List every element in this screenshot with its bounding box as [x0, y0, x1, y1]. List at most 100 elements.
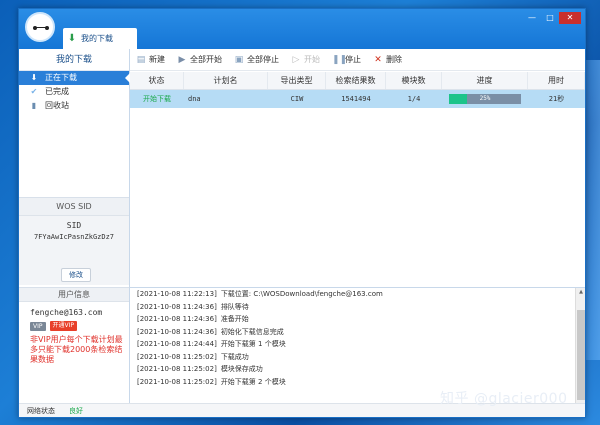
user-email: fengche@163.com [30, 308, 103, 317]
log-line: [2021-10-08 11:24:44] 开始下载第 1 个模块 [130, 338, 585, 351]
edit-sid-button[interactable]: 修改 [61, 268, 91, 282]
progress-bar: 25% [449, 94, 521, 104]
sidebar: 我的下载 ⬇ 正在下载 ✔ 已完成 ▮ 回收站 WOS SID SID 7FYa… [19, 49, 130, 403]
tab-my-downloads[interactable]: ⬇ 我的下载 [63, 28, 137, 49]
sidebar-title: 我的下载 [19, 49, 129, 71]
pause-icon: ❚❚ [332, 54, 348, 65]
log-timestamp: [2021-10-08 11:24:36] [137, 315, 217, 323]
start-all-button[interactable]: ▶ 全部开始 [177, 54, 222, 65]
sid-header: WOS SID [19, 198, 129, 216]
row-name: dna [188, 95, 201, 103]
start-all-label: 全部开始 [190, 55, 222, 64]
stop-button[interactable]: ❚❚ 停止 [332, 54, 361, 65]
row-result-count: 1541494 [341, 95, 371, 103]
log-message: 下载位置: C:\WOSDownload\fengche@163.com [220, 290, 383, 298]
close-button[interactable]: ✕ [559, 12, 581, 24]
log-timestamp: [2021-10-08 11:25:02] [137, 377, 217, 386]
window-controls: — □ ✕ [523, 12, 581, 24]
minimize-button[interactable]: — [523, 12, 541, 24]
start-icon: ▷ [292, 54, 300, 65]
table-header: 状态 计划名 导出类型 检索结果数 模块数 进度 用时 [130, 72, 585, 90]
log-line: [2021-10-08 11:24:36] 初始化下载信息完成 [130, 326, 585, 339]
sidebar-item-downloading[interactable]: ⬇ 正在下载 [19, 71, 129, 85]
stop-all-button[interactable]: ▣ 全部停止 [234, 54, 279, 65]
log-timestamp: [2021-10-08 11:24:36] [137, 302, 217, 311]
log-message: 准备开始 [220, 315, 249, 323]
progress-text: 25% [479, 95, 491, 102]
network-status-value: 良好 [69, 406, 83, 415]
start-button[interactable]: ▷ 开始 [291, 54, 320, 65]
log-timestamp: [2021-10-08 11:25:02] [137, 365, 217, 373]
stop-all-icon: ▣ [234, 54, 244, 65]
delete-icon: ✕ [374, 54, 382, 65]
watermark: 知乎 @glacier000 [440, 391, 568, 407]
log-message: 初始化下载信息完成 [220, 327, 284, 336]
log-message: 模块保存成功 [220, 365, 263, 373]
column-header-elapsed[interactable]: 用时 [528, 72, 585, 89]
vip-limit-note: 非VIP用户每个下载计划最多只能下载2000条检索结果数据 [30, 335, 123, 364]
new-button[interactable]: ▤ 新建 [136, 54, 165, 65]
log-message: 开始下载第 1 个模块 [220, 340, 286, 348]
log-timestamp: [2021-10-08 11:24:44] [137, 340, 217, 348]
maximize-button[interactable]: □ [541, 12, 559, 24]
stop-label: 停止 [345, 55, 361, 64]
log-message: 下载成功 [220, 352, 249, 361]
column-header-progress[interactable]: 进度 [442, 72, 528, 89]
column-header-export-type[interactable]: 导出类型 [268, 72, 326, 89]
sidebar-item-label: 正在下载 [45, 73, 77, 82]
log-message: 开始下载第 2 个模块 [220, 377, 286, 386]
log-panel: [2021-10-08 11:22:13] 下载位置: C:\WOSDownloa… [130, 287, 585, 404]
log-line: [2021-10-08 11:24:36] 准备开始 [130, 313, 585, 326]
scroll-up-icon[interactable]: ▲ [576, 288, 586, 296]
log-line: [2021-10-08 11:25:02] 下载成功 [130, 351, 585, 364]
app-window: ⬇ 我的下载 — □ ✕ 我的下载 ⬇ 正在下载 ✔ 已完成 ▮ 回收站 WOS… [18, 8, 586, 418]
log-message: 排队等待 [220, 302, 249, 311]
log-timestamp: [2021-10-08 11:22:13] [137, 290, 217, 298]
sid-label: SID [66, 221, 82, 230]
user-info-panel: 用户信息 fengche@163.com VIP 开通VIP 非VIP用户每个下… [19, 287, 129, 403]
row-status: 开始下载 [143, 95, 171, 103]
log-line: [2021-10-08 11:22:13] 下载位置: C:\WOSDownloa… [130, 288, 585, 301]
toolbar: ▤ 新建 ▶ 全部开始 ▣ 全部停止 ▷ 开始 ❚❚ 停止 ✕ 删除 [130, 49, 585, 71]
sid-panel: WOS SID SID 7FYaAwIcPasnZkGzDz7 修改 [19, 197, 129, 285]
user-info-header: 用户信息 [19, 288, 129, 302]
play-icon: ▶ [178, 54, 186, 65]
row-elapsed: 21秒 [548, 95, 565, 103]
table-row[interactable]: 开始下载 dna CIW 1541494 1/4 25% 21秒 [130, 90, 585, 108]
row-progress: 25% [442, 90, 528, 108]
sidebar-item-recycle-bin[interactable]: ▮ 回收站 [19, 99, 129, 113]
tab-label: 我的下载 [81, 34, 113, 43]
network-status-label: 网络状态 [27, 406, 55, 415]
app-logo [25, 12, 55, 42]
log-timestamp: [2021-10-08 11:24:36] [137, 327, 217, 336]
sid-value: 7FYaAwIcPasnZkGzDz7 [33, 233, 115, 241]
delete-label: 删除 [386, 55, 402, 64]
title-bar: ⬇ 我的下载 — □ ✕ [19, 9, 585, 49]
column-header-result-count[interactable]: 检索结果数 [326, 72, 386, 89]
vip-row: VIP 开通VIP [19, 321, 129, 331]
log-lines: [2021-10-08 11:22:13] 下载位置: C:\WOSDownloa… [130, 288, 585, 388]
open-vip-button[interactable]: 开通VIP [49, 321, 77, 331]
sidebar-item-completed[interactable]: ✔ 已完成 [19, 85, 129, 99]
column-header-name[interactable]: 计划名 [184, 72, 268, 89]
trash-icon: ▮ [31, 101, 37, 110]
delete-button[interactable]: ✕ 删除 [373, 54, 402, 65]
log-line: [2021-10-08 11:24:36] 排队等待 [130, 301, 585, 314]
row-modules: 1/4 [407, 95, 421, 103]
sidebar-item-label: 回收站 [45, 101, 69, 110]
download-table: 状态 计划名 导出类型 检索结果数 模块数 进度 用时 开始下载 dna CIW… [130, 72, 585, 108]
log-timestamp: [2021-10-08 11:25:02] [137, 352, 217, 361]
sidebar-item-label: 已完成 [45, 87, 69, 96]
download-icon: ⬇ [67, 33, 77, 44]
column-header-status[interactable]: 状态 [130, 72, 184, 89]
check-icon: ✔ [30, 87, 38, 96]
new-button-label: 新建 [149, 55, 165, 64]
scroll-thumb[interactable] [577, 310, 585, 400]
row-export-type: CIW [290, 95, 304, 103]
log-scrollbar[interactable]: ▲ [575, 288, 585, 404]
vip-badge: VIP [30, 321, 46, 331]
new-icon: ▤ [136, 54, 146, 65]
column-header-modules[interactable]: 模块数 [386, 72, 442, 89]
download-arrow-icon: ⬇ [30, 73, 38, 82]
log-line: [2021-10-08 11:25:02] 模块保存成功 [130, 363, 585, 376]
